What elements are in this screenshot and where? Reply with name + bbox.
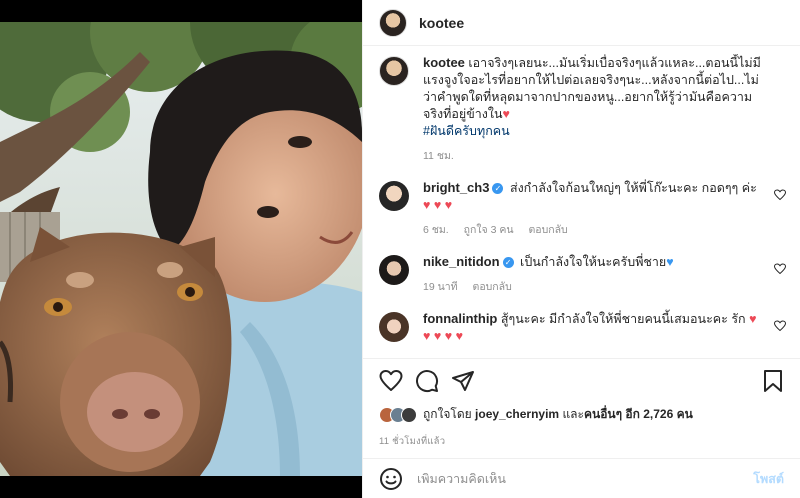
first-liker-username[interactable]: joey_chernyim (475, 407, 559, 421)
likes-summary: ถูกใจโดย joey_chernyim และคนอื่นๆ อีก 2,… (379, 405, 784, 424)
post-photo[interactable] (0, 22, 362, 476)
post-actions: ถูกใจโดย joey_chernyim และคนอื่นๆ อีก 2,… (363, 358, 800, 449)
commenter-avatar[interactable] (379, 255, 409, 285)
comment-text: เป็นกำลังใจให้นะครับพี่ชาย (520, 255, 667, 269)
post-timestamp: 11 ชั่วโมงที่แล้ว (379, 436, 446, 447)
reply-button[interactable]: ตอบกลับ (528, 224, 567, 236)
post-header: kootee (363, 0, 800, 46)
author-avatar[interactable] (379, 8, 407, 37)
liker-avatar (401, 406, 417, 423)
post-side-panel: kootee kootee เอาจริงๆเลยนะ...มันเริ่มเบ… (362, 0, 800, 498)
comment-like-heart-icon[interactable] (774, 189, 786, 201)
comment-like-heart-icon[interactable] (774, 320, 786, 332)
comment-item: bright_ch3 ✓ ส่งกำลังใจก้อนใหญ่ๆ ให้พี่โก… (379, 179, 786, 239)
comments-list: kootee เอาจริงๆเลยนะ...มันเริ่มเบื่อจริง… (363, 54, 800, 350)
comment-text: ส่งกำลังใจก้อนใหญ่ๆ ให้พี่โก๊ะนะคะ กอดๆๆ… (509, 181, 757, 195)
comment-time: 19 นาที (423, 281, 458, 293)
caption-hashtag[interactable]: #ฝันดีครับทุกคน (423, 124, 510, 138)
caption-time: 11 ชม. (423, 150, 454, 162)
likes-and: และ (562, 407, 584, 421)
comment-item: nike_nitidon ✓ เป็นกำลังใจให้นะครับพี่ชาย… (379, 253, 786, 296)
liker-avatars (379, 406, 417, 423)
commenter-username[interactable]: nike_nitidon (423, 254, 500, 269)
caption-meta: 11 ชม. (423, 148, 764, 165)
red-heart-emoji-icon: ♥ (502, 107, 510, 121)
comment-text: สู้ๆนะคะ มีกำลังใจให้พี่ชายคนนี้เสมอนะคะ… (500, 312, 746, 326)
comment-meta: 6 ชม. ถูกใจ 3 คน ตอบกลับ (423, 222, 764, 239)
add-comment-bar: โพสต์ (363, 458, 800, 498)
comment-icon[interactable] (415, 369, 439, 393)
comment-meta: 19 นาที ตอบกลับ (423, 279, 764, 296)
comment-time: 6 ชม. (423, 224, 449, 236)
comment-body: nike_nitidon ✓ เป็นกำลังใจให้นะครับพี่ชาย… (423, 253, 786, 296)
commenter-avatar[interactable] (379, 312, 409, 342)
share-icon[interactable] (451, 369, 475, 393)
caption-body: kootee เอาจริงๆเลยนะ...มันเริ่มเบื่อจริง… (423, 54, 786, 165)
author-username[interactable]: kootee (419, 15, 464, 31)
post-comment-button[interactable]: โพสต์ (753, 469, 784, 489)
bookmark-icon[interactable] (762, 369, 784, 393)
caption-avatar[interactable] (379, 56, 409, 86)
commenter-username[interactable]: fonnalinthip (423, 311, 497, 326)
comment-body: bright_ch3 ✓ ส่งกำลังใจก้อนใหญ่ๆ ให้พี่โก… (423, 179, 786, 239)
caption: kootee เอาจริงๆเลยนะ...มันเริ่มเบื่อจริง… (379, 54, 786, 165)
post-photo-area (0, 0, 362, 498)
comment-body: fonnalinthip สู้ๆนะคะ มีกำลังใจให้พี่ชาย… (423, 310, 786, 345)
comment-like-heart-icon[interactable] (774, 263, 786, 275)
heart-emojis: ♥ ♥ ♥ (423, 198, 453, 212)
comment-likes-count[interactable]: ถูกใจ 3 คน (464, 224, 514, 236)
action-icons-row (379, 365, 784, 397)
likes-others-count[interactable]: คนอื่นๆ อีก 2,726 คน (584, 407, 693, 421)
reply-button[interactable]: ตอบกลับ (473, 281, 512, 293)
verified-badge-icon: ✓ (502, 257, 514, 269)
photo-illustration (0, 22, 362, 476)
emoji-icon[interactable] (379, 467, 403, 491)
commenter-username[interactable]: bright_ch3 (423, 180, 489, 195)
verified-badge-icon: ✓ (492, 183, 504, 195)
comment-item: fonnalinthip สู้ๆนะคะ มีกำลังใจให้พี่ชาย… (379, 310, 786, 345)
likes-text: ถูกใจโดย joey_chernyim และคนอื่นๆ อีก 2,… (423, 405, 693, 424)
heart-icon[interactable] (379, 369, 403, 393)
caption-username[interactable]: kootee (423, 55, 465, 70)
likes-prefix: ถูกใจโดย (423, 407, 472, 421)
caption-text: เอาจริงๆเลยนะ...มันเริ่มเบื่อจริงๆแล้วแห… (423, 56, 761, 121)
commenter-avatar[interactable] (379, 181, 409, 211)
blue-heart-emoji: ♥ (666, 255, 674, 269)
add-comment-input[interactable] (417, 471, 754, 486)
